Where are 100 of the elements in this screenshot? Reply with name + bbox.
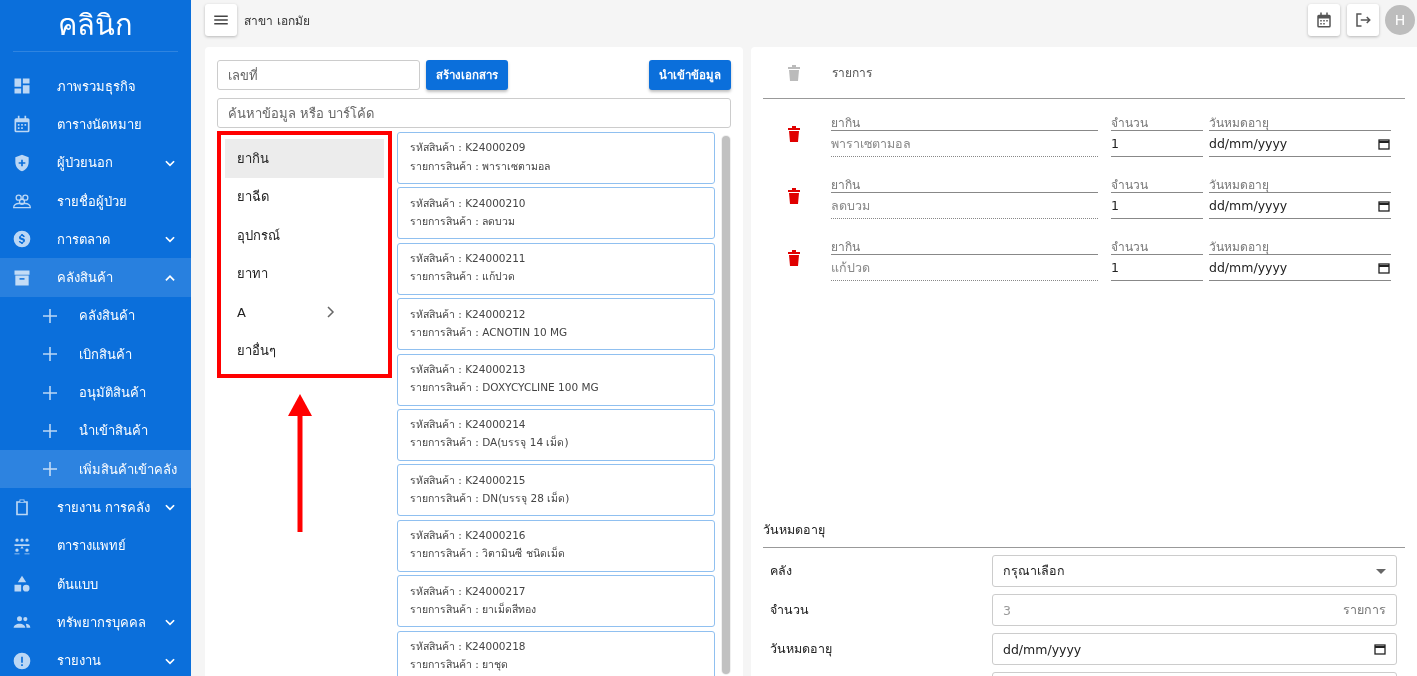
menu-item-icon (12, 650, 32, 671)
product-name: รายการสินค้า : แก้ปวด (410, 270, 517, 284)
category-item[interactable]: ยาทา (225, 254, 384, 293)
calendar-button[interactable] (1308, 4, 1340, 36)
field-label: ยากิน (831, 113, 1098, 131)
product-card[interactable]: รหัสสินค้า : K24000215 รายการสินค้า : DN(บรรจุ 28 เม็ด) (397, 464, 715, 517)
plus-icon (43, 308, 57, 323)
column-header: รายการ (832, 65, 872, 82)
expiry-date-field[interactable]: dd/mm/yyyy (1209, 131, 1391, 157)
product-name: รายการสินค้า : วิตามินซี ชนิดเม็ด (410, 547, 566, 561)
product-name: รายการสินค้า : DA(บรรจุ 14 เม็ด) (410, 436, 570, 450)
product-card[interactable]: รหัสสินค้า : K24000217 รายการสินค้า : ยาเม็ดสีทอง (397, 575, 715, 628)
menu-item-icon (12, 114, 32, 135)
sidebar-subitem[interactable]: คลังสินค้า (0, 296, 191, 336)
sidebar-item[interactable]: ต้นแบบ (0, 564, 191, 604)
scrollbar[interactable] (721, 135, 731, 675)
delete-icon[interactable] (787, 187, 801, 204)
product-code: รหัสสินค้า : K24000218 (410, 639, 527, 653)
product-card[interactable]: รหัสสินค้า : K24000214 รายการสินค้า : DA(บรรจุ 14 เม็ด) (397, 408, 715, 461)
field-label: ยากิน (831, 237, 1098, 255)
expiry-date-field[interactable]: dd/mm/yyyy (1209, 193, 1391, 219)
sidebar-item[interactable]: คลังสินค้า (0, 258, 191, 297)
product-name: รายการสินค้า : ลดบวม (410, 214, 517, 228)
form-label: วันหมดอายุ (769, 640, 833, 659)
document-number-field[interactable]: เลขที่ (217, 60, 420, 90)
product-card[interactable]: รหัสสินค้า : K24000211 รายการสินค้า : แก้ปวด (397, 242, 715, 295)
warehouse-select[interactable]: กรุณาเลือก (992, 555, 1397, 587)
branch-name: สาขา เอกมัย (244, 12, 311, 30)
menu-item-icon (12, 574, 32, 594)
field-label: วันหมดอายุ (1209, 175, 1391, 193)
menu-item-icon (12, 76, 32, 97)
calendar-icon[interactable] (1378, 199, 1390, 212)
plus-icon (43, 423, 57, 438)
menu-item-icon (12, 152, 32, 173)
sidebar-subitem[interactable]: นำเข้าสินค้า (0, 411, 191, 450)
sidebar-subitem[interactable]: เบิกสินค้า (0, 335, 191, 374)
product-code: รหัสสินค้า : K24000217 (410, 584, 527, 598)
product-name-field[interactable]: ลดบวม (831, 193, 1098, 219)
quantity-field[interactable]: 1 (1111, 131, 1203, 157)
product-card[interactable]: รหัสสินค้า : K24000213 รายการสินค้า : DOXYCYCLINE 100 MG (397, 353, 715, 406)
section-title: วันหมดอายุ (763, 506, 1405, 548)
product-name: รายการสินค้า : พาราเซตามอล (410, 159, 552, 173)
plus-icon (43, 462, 57, 477)
logout-button[interactable] (1347, 4, 1379, 36)
product-code: รหัสสินค้า : K24000214 (410, 418, 527, 432)
product-name: รายการสินค้า : ยาเม็ดสีทอง (410, 602, 538, 616)
menu-button[interactable] (205, 4, 237, 36)
product-name-field[interactable]: พาราเซตามอล (831, 131, 1098, 157)
field-label: จำนวน (1111, 237, 1203, 255)
import-data-button[interactable]: นำเข้าข้อมูล (649, 60, 731, 90)
product-card[interactable]: รหัสสินค้า : K24000218 รายการสินค้า : ยาชุด (397, 630, 715, 676)
product-code: รหัสสินค้า : K24000216 (410, 529, 527, 543)
product-name: รายการสินค้า : ยาชุด (410, 658, 510, 672)
delete-icon[interactable] (787, 249, 801, 266)
product-code: รหัสสินค้า : K24000213 (410, 362, 527, 377)
product-card[interactable]: รหัสสินค้า : K24000212 รายการสินค้า : ACNOTIN 10 MG (397, 298, 715, 351)
product-card[interactable]: รหัสสินค้า : K24000216 รายการสินค้า : วิตามินซี ชนิดเม็ด (397, 519, 715, 572)
category-item[interactable]: ยาฉีด (225, 177, 384, 216)
product-card[interactable]: รหัสสินค้า : K24000209 รายการสินค้า : พาราเซตามอล (397, 132, 715, 184)
form-label: จำนวน (769, 601, 810, 619)
expiry-date-field[interactable]: dd/mm/yyyy (1209, 255, 1391, 281)
calendar-icon[interactable] (1378, 261, 1390, 274)
calendar-icon[interactable] (1374, 643, 1386, 655)
sidebar-item[interactable]: รายงาน (0, 641, 191, 676)
product-name-field[interactable]: แก้ปวด (831, 255, 1098, 281)
quantity-input[interactable]: 3 รายการ (992, 594, 1397, 626)
create-document-button[interactable]: สร้างเอกสาร (426, 60, 508, 90)
field-label: จำนวน (1111, 113, 1203, 131)
sidebar-item[interactable]: ตารางแพทย์ (0, 526, 191, 565)
menu-item-icon (12, 229, 32, 250)
quantity-field[interactable]: 1 (1111, 255, 1203, 281)
product-name: รายการสินค้า : DOXYCYCLINE 100 MG (410, 381, 600, 395)
calendar-icon[interactable] (1378, 137, 1390, 150)
category-item[interactable]: อุปกรณ์ (225, 216, 384, 255)
product-card[interactable]: รหัสสินค้า : K24000210 รายการสินค้า : ลดบวม (397, 187, 715, 240)
app-title: คลินิก (58, 11, 133, 40)
search-field[interactable]: ค้นหาข้อมูล หรือ บาร์โค้ด (217, 98, 731, 128)
product-code: รหัสสินค้า : K24000212 (410, 307, 527, 321)
product-code: รหัสสินค้า : K24000209 (410, 141, 527, 155)
expiry-date-input[interactable]: dd/mm/yyyy (992, 633, 1397, 665)
sidebar-item[interactable]: รายงาน การคลัง (0, 488, 191, 527)
sidebar-subitem[interactable]: เพิ่มสินค้าเข้าคลัง (0, 449, 191, 489)
dropdown-caret-icon (1376, 568, 1386, 574)
category-item[interactable]: ยากิน (225, 139, 384, 178)
category-item[interactable]: ยาอื่นๆ (225, 331, 384, 370)
delete-icon[interactable] (787, 125, 801, 142)
sidebar-item[interactable]: ทรัพยากรบุคคล (0, 603, 191, 642)
sidebar-item[interactable]: รายชื่อผู้ป่วย (0, 181, 191, 221)
plus-icon (43, 347, 57, 362)
field-label: จำนวน (1111, 175, 1203, 193)
calendar-icon (1315, 11, 1333, 29)
sidebar-subitem[interactable]: อนุมัติสินค้า (0, 373, 191, 412)
category-item[interactable]: A (225, 293, 384, 332)
sidebar-item[interactable]: การตลาด (0, 220, 191, 259)
field-label: ยากิน (831, 175, 1098, 193)
quantity-field[interactable]: 1 (1111, 193, 1203, 219)
sidebar-item[interactable]: ผู้ป่วยนอก (0, 143, 191, 182)
sidebar-item[interactable]: ภาพรวมธุรกิจ (0, 67, 191, 106)
product-name: รายการสินค้า : DN(บรรจุ 28 เม็ด) (410, 491, 571, 505)
sidebar-item[interactable]: ตารางนัดหมาย (0, 105, 191, 144)
